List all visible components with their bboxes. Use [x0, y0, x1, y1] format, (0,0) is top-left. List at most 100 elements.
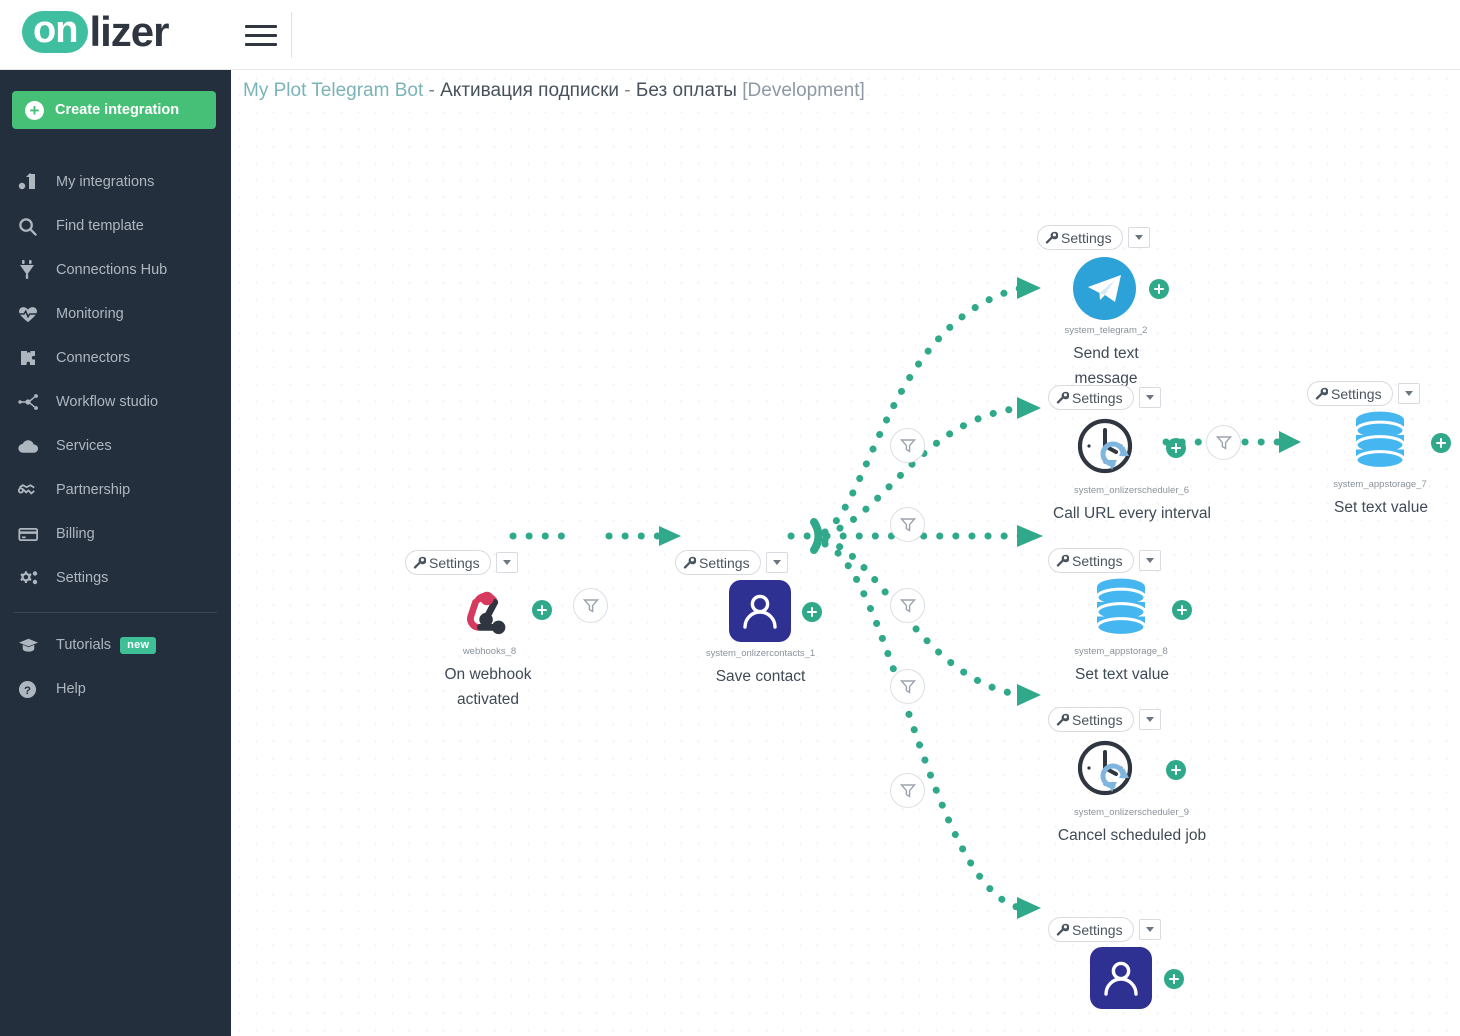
node-settings-row: Settings — [1048, 385, 1161, 410]
chevron-down-icon[interactable] — [1127, 227, 1150, 248]
chevron-down-icon[interactable] — [1138, 550, 1161, 571]
settings-label: Settings — [1072, 552, 1123, 569]
flow-name: My Plot Telegram Bot — [243, 80, 424, 101]
hamburger-bar — [245, 24, 277, 28]
filter-node[interactable] — [890, 669, 925, 704]
contact-icon[interactable] — [1090, 947, 1152, 1009]
settings-label: Settings — [1072, 921, 1123, 938]
search-icon — [18, 215, 46, 237]
node-settings-row: Settings — [405, 550, 518, 575]
chevron-down-icon[interactable] — [495, 552, 518, 573]
settings-button[interactable]: Settings — [1048, 548, 1134, 573]
filter-node[interactable] — [890, 773, 925, 808]
database-icon[interactable] — [1090, 576, 1152, 640]
sidebar-item-label: Services — [56, 438, 112, 454]
database-icon[interactable] — [1349, 409, 1411, 473]
node-settings-row: Settings — [675, 550, 788, 575]
node-id: system_telegram_2 — [1064, 325, 1148, 336]
workflow-canvas[interactable]: My Plot Telegram Bot - Активация подписк… — [231, 70, 1460, 1036]
settings-button[interactable]: Settings — [675, 550, 761, 575]
node-id: webhooks_8 — [462, 646, 517, 657]
flow-subtitle: Активация подписки — [440, 80, 620, 101]
status-badge: new — [120, 636, 157, 654]
filter-node[interactable] — [1206, 425, 1241, 460]
sidebar-item-workflow-studio[interactable]: Workflow studio — [0, 380, 231, 424]
node-settings-row: Settings — [1048, 548, 1161, 573]
sidebar-item-partnership[interactable]: Partnership — [0, 468, 231, 512]
clock-sync-icon[interactable] — [1074, 737, 1140, 803]
add-node-button[interactable] — [1431, 433, 1451, 453]
filter-node[interactable] — [573, 588, 608, 623]
filter-node[interactable] — [890, 428, 925, 463]
sidebar-item-find-template[interactable]: Find template — [0, 204, 231, 248]
sidebar-item-label: Workflow studio — [56, 394, 159, 410]
settings-button[interactable]: Settings — [1037, 225, 1123, 250]
sidebar-item-connections-hub[interactable]: Connections Hub — [0, 248, 231, 292]
chevron-down-icon[interactable] — [1138, 919, 1161, 940]
node-id: system_onlizerscheduler_9 — [1073, 807, 1190, 818]
settings-label: Settings — [1331, 385, 1382, 402]
svg-text:?: ? — [24, 684, 31, 696]
wrench-icon — [1045, 231, 1058, 244]
sidebar-item-label: Find template — [56, 218, 144, 234]
wrench-icon — [1315, 387, 1328, 400]
add-node-button[interactable] — [1166, 760, 1186, 780]
workflow-icon — [18, 391, 46, 413]
sidebar-item-tutorials[interactable]: Tutorials new — [0, 623, 231, 667]
webhook-icon[interactable] — [457, 582, 519, 640]
filter-node[interactable] — [890, 507, 925, 542]
chevron-down-icon[interactable] — [1397, 383, 1420, 404]
topbar-divider — [291, 12, 292, 58]
graduation-cap-icon — [18, 634, 46, 656]
add-node-button[interactable] — [1166, 438, 1186, 458]
sidebar-item-label: Monitoring — [56, 306, 124, 322]
contact-icon[interactable] — [729, 580, 791, 642]
puzzle-icon — [18, 347, 46, 369]
node-id: system_onlizerscheduler_6 — [1073, 485, 1190, 496]
top-bar: on lizer — [0, 0, 1460, 70]
sidebar-item-label: Help — [56, 681, 86, 697]
sidebar-nav: My integrations Find template Connection… — [0, 160, 231, 711]
node-id: system_appstorage_7 — [1333, 479, 1427, 490]
clock-sync-icon[interactable] — [1074, 415, 1140, 481]
sidebar-item-services[interactable]: Services — [0, 424, 231, 468]
chevron-down-icon[interactable] — [765, 552, 788, 573]
add-node-button[interactable] — [532, 600, 552, 620]
add-node-button[interactable] — [1164, 969, 1184, 989]
sidebar-item-billing[interactable]: Billing — [0, 512, 231, 556]
credit-card-icon — [18, 523, 46, 545]
add-node-button[interactable] — [1149, 279, 1169, 299]
filter-node[interactable] — [890, 588, 925, 623]
node-settings-row: Settings — [1037, 225, 1150, 250]
gears-icon — [18, 567, 46, 589]
app-logo: on lizer — [22, 8, 169, 56]
sidebar-item-label: Partnership — [56, 482, 131, 498]
chevron-down-icon[interactable] — [1138, 709, 1161, 730]
settings-button[interactable]: Settings — [1048, 917, 1134, 942]
settings-button[interactable]: Settings — [405, 550, 491, 575]
chevron-down-icon[interactable] — [1138, 387, 1161, 408]
create-integration-button[interactable]: + Create integration — [12, 91, 216, 129]
settings-button[interactable]: Settings — [1307, 381, 1393, 406]
telegram-icon[interactable] — [1073, 257, 1136, 320]
sidebar-item-settings[interactable]: Settings — [0, 556, 231, 600]
logo-mark: on — [22, 9, 89, 53]
wrench-icon — [1056, 391, 1069, 404]
settings-label: Settings — [1072, 711, 1123, 728]
settings-button[interactable]: Settings — [1048, 707, 1134, 732]
title-separator: - — [423, 80, 441, 101]
sidebar-item-monitoring[interactable]: Monitoring — [0, 292, 231, 336]
cloud-icon — [18, 435, 46, 457]
node-settings-row: Settings — [1048, 707, 1161, 732]
settings-button[interactable]: Settings — [1048, 385, 1134, 410]
node-title: On webhook activated — [444, 666, 532, 708]
hamburger-bar — [245, 33, 277, 37]
question-circle-icon: ? — [18, 678, 46, 700]
node-settings-row: Settings — [1307, 381, 1420, 406]
add-node-button[interactable] — [802, 602, 822, 622]
add-node-button[interactable] — [1172, 600, 1192, 620]
sidebar-item-connectors[interactable]: Connectors — [0, 336, 231, 380]
sidebar-item-my-integrations[interactable]: My integrations — [0, 160, 231, 204]
hamburger-icon[interactable] — [245, 20, 277, 50]
sidebar-item-help[interactable]: ? Help — [0, 667, 231, 711]
